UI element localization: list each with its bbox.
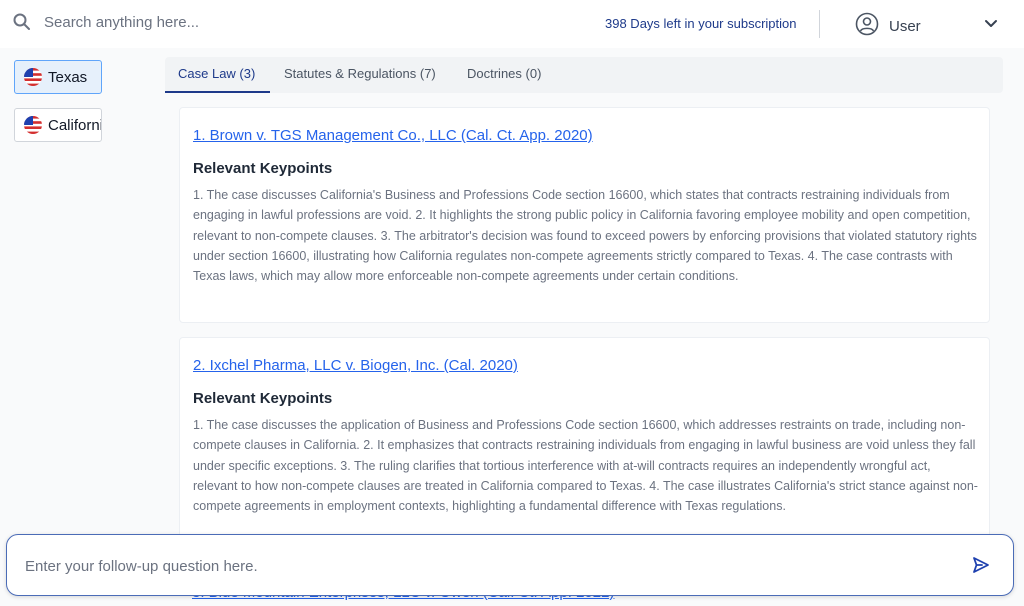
tab-statutes-regulations[interactable]: Statutes & Regulations (7) [284,66,436,81]
state-label: Texas [48,68,88,86]
keypoints-text: 1. The case discusses the application of… [193,418,978,514]
case-card: 1. Brown v. TGS Management Co., LLC (Cal… [179,107,990,323]
us-flag-icon [24,116,42,134]
top-bar: Search anything here... 398 Days left in… [0,0,1024,48]
result-tabs: Case Law (3) Statutes & Regulations (7) … [165,57,1003,93]
user-menu[interactable]: User [855,12,921,41]
search-input[interactable]: Search anything here... [44,14,199,31]
tab-doctrines[interactable]: Doctrines (0) [467,66,541,81]
search-box[interactable]: Search anything here... [12,12,199,32]
results-panel: Case Law (3) Statutes & Regulations (7) … [143,48,1024,606]
tab-case-law[interactable]: Case Law (3) [178,66,255,81]
chevron-down-icon[interactable] [984,16,998,35]
followup-box [6,534,1014,596]
active-tab-indicator [165,91,270,93]
send-icon[interactable] [971,555,991,580]
state-button-california[interactable]: California [14,108,102,142]
state-button-texas[interactable]: Texas [14,60,102,94]
user-name: User [889,18,921,35]
followup-input[interactable] [23,553,927,579]
case-title-link[interactable]: 2. Ixchel Pharma, LLC v. Biogen, Inc. (C… [193,357,518,374]
search-icon [12,12,32,32]
user-avatar-icon [855,12,879,41]
header-divider [819,10,820,38]
subscription-status: 398 Days left in your subscription [605,16,797,31]
state-label: California [48,116,101,134]
case-title-link[interactable]: 1. Brown v. TGS Management Co., LLC (Cal… [193,127,593,144]
keypoints-heading: Relevant Keypoints [193,390,333,407]
state-sidebar: Texas California [0,48,144,606]
keypoints-heading: Relevant Keypoints [193,160,333,177]
keypoints-text: 1. The case discusses California's Busin… [193,188,977,284]
us-flag-icon [24,68,42,86]
